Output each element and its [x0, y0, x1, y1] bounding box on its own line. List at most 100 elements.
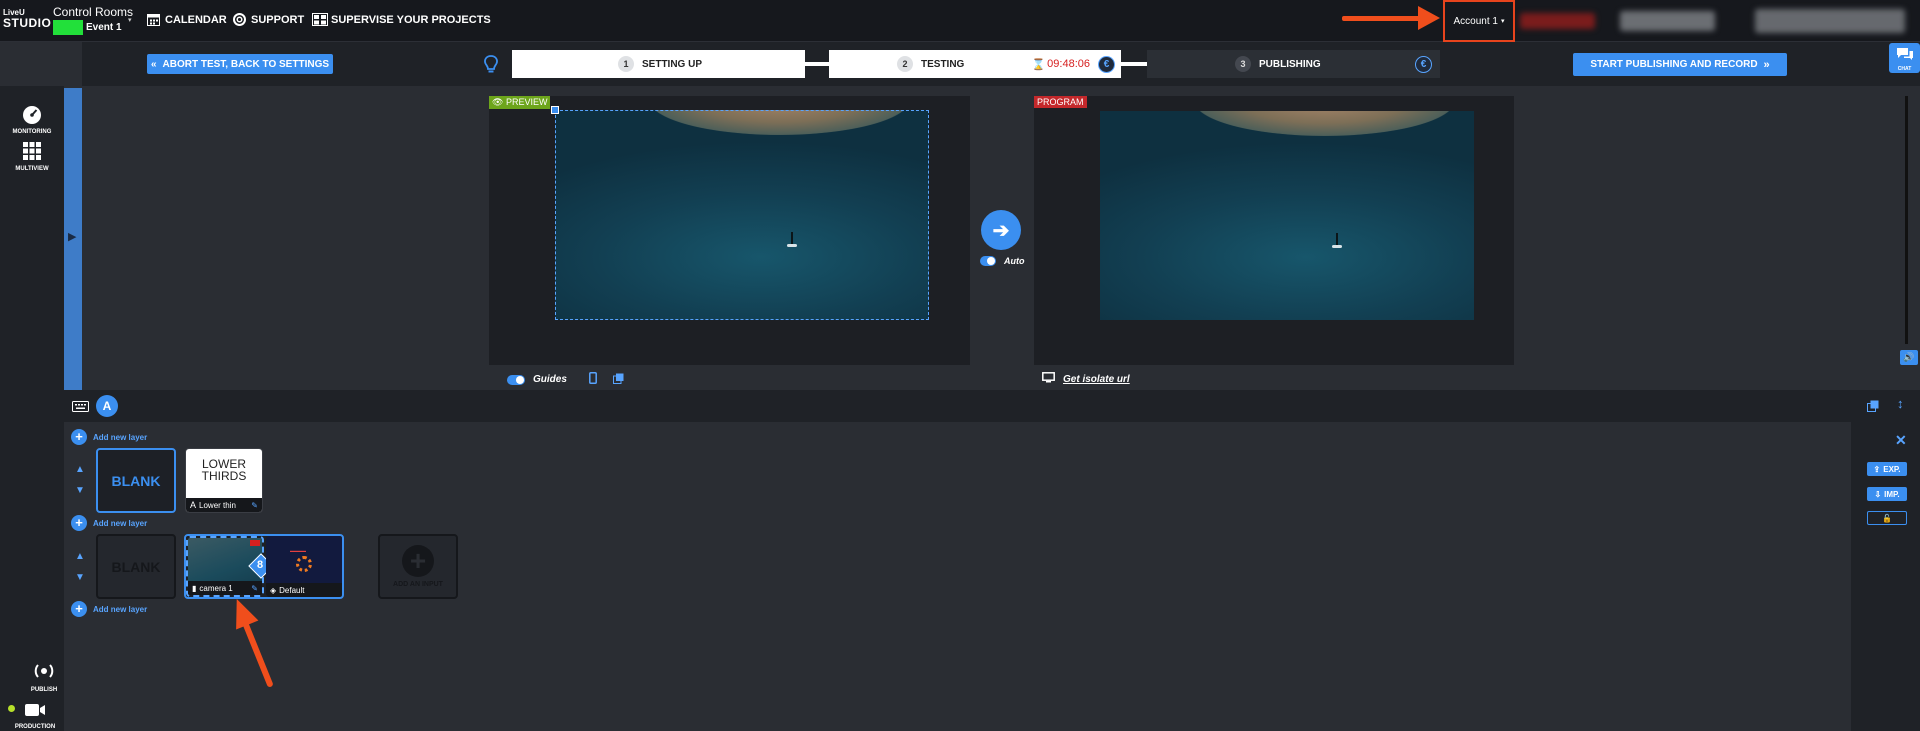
production-button[interactable]: PRODUCTION [3, 701, 67, 730]
production-label: PRODUCTION [14, 724, 56, 730]
currency-icon[interactable]: € [1098, 55, 1115, 73]
multiview-button[interactable]: MULTIVIEW [0, 141, 64, 172]
currency-icon[interactable]: € [1415, 55, 1432, 73]
monitoring-label: MONITORING [12, 129, 52, 135]
import-button[interactable]: ⇩ IMP. [1867, 487, 1907, 501]
nav-calendar[interactable]: CALENDAR [146, 13, 227, 26]
mobile-icon[interactable] [588, 372, 597, 387]
chevron-down-icon[interactable]: ▾ [128, 16, 132, 24]
support-icon [232, 13, 246, 26]
lower-thirds-caption: Lower thin [199, 500, 236, 510]
lower-thirds-title-2: THIRDS [201, 469, 247, 483]
guides-label: Guides [533, 374, 567, 385]
pencil-icon[interactable]: ✎ [251, 584, 258, 593]
export-button[interactable]: ⇪ EXP. [1867, 462, 1907, 476]
monitoring-button[interactable]: MONITORING [0, 104, 64, 135]
live-indicator [250, 540, 260, 546]
account-label: Account 1 [1453, 15, 1498, 27]
double-chevron-right-icon: » [1763, 58, 1770, 71]
program-tools: Get isolate url [1042, 372, 1130, 386]
auto-transition: Auto [980, 256, 1025, 266]
blank-tile[interactable]: BLANK [96, 534, 176, 599]
event-name: Event 1 [86, 22, 122, 33]
camera-caption: camera 1 [199, 583, 233, 593]
move-layer-up-icon[interactable]: ▲ [75, 552, 85, 562]
add-layer-label: Add new layer [93, 518, 148, 528]
expand-vertical-icon[interactable]: ↕ [1897, 396, 1904, 411]
copy-icon[interactable] [612, 373, 624, 387]
scene-tab-a[interactable]: A [96, 395, 118, 417]
get-isolate-url-link[interactable]: Get isolate url [1063, 374, 1130, 385]
calendar-icon [146, 13, 160, 26]
step-number: 1 [618, 56, 634, 72]
step-publishing[interactable]: 3 PUBLISHING € [1147, 50, 1440, 78]
keyboard-icon[interactable] [72, 399, 89, 417]
move-layer-up-icon[interactable]: ▲ [75, 465, 85, 475]
chat-button[interactable]: CHAT [1889, 43, 1920, 73]
control-rooms-title[interactable]: Control Rooms [53, 5, 133, 19]
arrow-right-icon: ➔ [992, 219, 1010, 242]
thumbnail-text: ▬▬▬▬ [290, 548, 306, 553]
guides-toggle[interactable] [507, 374, 525, 385]
program-badge: PROGRAM [1034, 96, 1087, 108]
add-layer-label: Add new layer [93, 604, 148, 614]
default-tile[interactable]: ▬▬▬▬ ◈ Default [266, 536, 342, 597]
default-caption: Default [279, 585, 305, 595]
event-selector[interactable]: Event 1 [53, 20, 122, 35]
video-boat [1332, 233, 1342, 248]
abort-test-label: ABORT TEST, BACK TO SETTINGS [162, 58, 330, 70]
blank-label: BLANK [111, 558, 161, 575]
add-layer-label: Add new layer [93, 432, 148, 442]
transition-badge-number: 8 [257, 559, 264, 571]
import-label: IMP. [1884, 489, 1900, 499]
lower-thirds-tile[interactable]: LOWER THIRDS A Lower thin ✎ [185, 448, 263, 513]
nav-support[interactable]: SUPPORT [232, 13, 304, 26]
pencil-icon[interactable]: ✎ [251, 501, 258, 510]
preview-monitor[interactable]: 👁 PREVIEW [489, 96, 970, 365]
step-testing[interactable]: 2 TESTING ⌛ 09:48:06 € [829, 50, 1121, 78]
eye-icon: 👁 [492, 97, 504, 107]
export-label: EXP. [1883, 464, 1901, 474]
add-layer-button[interactable]: + Add new layer [71, 601, 147, 617]
move-layer-down-icon[interactable]: ▼ [75, 573, 85, 583]
logo-line-2: STUDIO [3, 16, 52, 30]
close-icon[interactable]: ✕ [1895, 432, 1907, 449]
app-logo[interactable]: LiveU STUDIO [3, 9, 52, 30]
resize-handle[interactable] [551, 106, 559, 114]
camera-footer: ▮ camera 1 ✎ [188, 581, 262, 595]
audio-meter [1905, 96, 1908, 344]
chevron-down-icon: ▾ [1500, 18, 1505, 25]
preview-video[interactable] [555, 110, 929, 320]
nav-supervise-projects[interactable]: SUPERVISE YOUR PROJECTS [312, 13, 491, 26]
add-layer-button[interactable]: + Add new layer [71, 515, 147, 531]
step-connector [805, 62, 829, 66]
auto-toggle[interactable] [980, 256, 996, 266]
move-layer-down-icon[interactable]: ▼ [75, 486, 85, 496]
blank-tile[interactable]: BLANK [96, 448, 176, 513]
preview-badge: 👁 PREVIEW [489, 96, 551, 109]
copy-icon[interactable] [1867, 399, 1879, 417]
top-bar: LiveU STUDIO Control Rooms Event 1 ▾ CAL… [0, 0, 1920, 42]
chevron-right-icon: ▶ [68, 231, 77, 243]
add-layer-button[interactable]: + Add new layer [71, 429, 147, 445]
lightbulb-icon[interactable] [483, 55, 499, 80]
collapsed-panel-toggle[interactable]: ▶ [64, 88, 82, 390]
take-transition-button[interactable]: ➔ [981, 210, 1021, 250]
add-input-tile[interactable]: + ADD AN INPUT [378, 534, 458, 599]
plus-icon: + [71, 515, 87, 531]
gauge-icon [0, 104, 64, 129]
start-publishing-button[interactable]: START PUBLISHING AND RECORD » [1573, 53, 1787, 76]
test-timer: ⌛ 09:48:06 [1031, 58, 1090, 71]
abort-test-button[interactable]: « ABORT TEST, BACK TO SETTINGS [147, 54, 333, 74]
step-number: 3 [1235, 56, 1251, 72]
speaker-icon[interactable]: 🔊 [1900, 350, 1918, 365]
timer-value: 09:48:06 [1047, 58, 1090, 70]
video-frame [1100, 111, 1474, 320]
account-menu[interactable]: Account 1 ▾ [1443, 0, 1515, 42]
lock-button[interactable]: 🔓 [1867, 511, 1907, 525]
download-icon: ⇩ [1874, 489, 1882, 499]
selection-outline [555, 110, 929, 320]
step-connector [1121, 62, 1147, 66]
nav-calendar-label: CALENDAR [165, 13, 227, 26]
step-setting-up[interactable]: 1 SETTING UP [512, 50, 805, 78]
